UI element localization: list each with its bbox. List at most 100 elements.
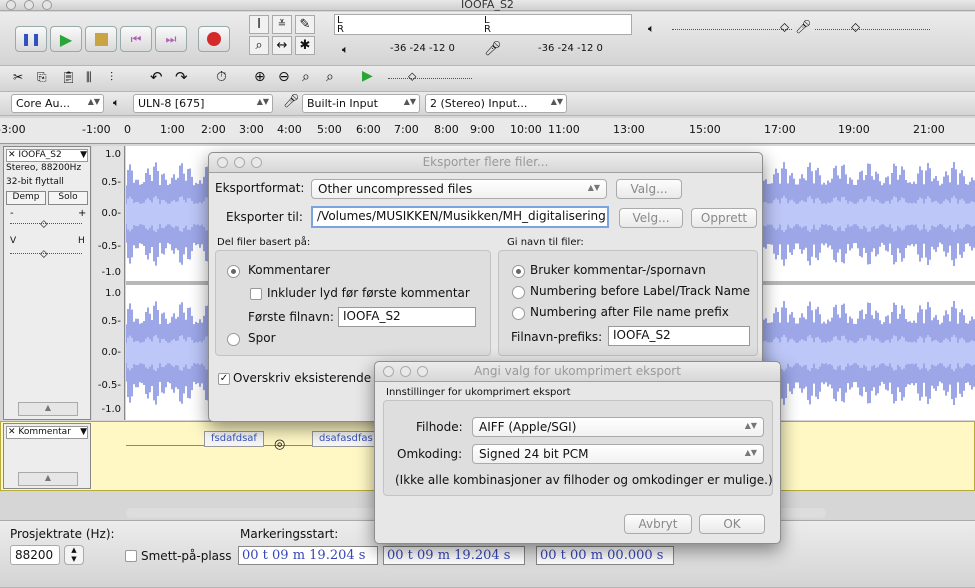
header-select[interactable]: AIFF (Apple/SGI) ▲▼ <box>472 417 764 437</box>
input-channels-select[interactable]: 2 (Stereo) Input... ▲▼ <box>425 94 567 113</box>
ruler-tick-label: 4:00 <box>277 123 302 136</box>
trim-icon[interactable]: ⫼ <box>86 70 92 85</box>
multi-tool[interactable]: ✱ <box>295 36 315 55</box>
zoom-in-icon[interactable]: ⊕ <box>254 69 266 85</box>
options-zoom-button[interactable] <box>417 366 428 377</box>
arrows-horizontal-icon: ↔ <box>276 38 288 53</box>
include-audio-checkbox[interactable] <box>250 288 262 300</box>
track-close-icon[interactable]: ✕ <box>8 150 16 160</box>
input-device-select[interactable]: Built-in Input ▲▼ <box>302 94 420 113</box>
record-meter[interactable]: L R L R <box>334 14 632 35</box>
main-toolbar: ❚❚ ▶ ⏮ ⏭ I ≚ ✎ ⌕ ↔ ✱ L R L R 🔈︎ -36 -24 … <box>0 12 975 66</box>
label-handle-icon[interactable]: ◎ <box>274 437 285 452</box>
mute-button[interactable]: Demp <box>6 191 46 205</box>
dialog-minimize-button[interactable] <box>234 157 245 168</box>
fit-selection-icon[interactable]: ⌕ <box>302 69 310 85</box>
envelope-tool[interactable]: ≚ <box>272 15 292 34</box>
number-before-label: Numbering before Label/Track Name <box>530 284 751 298</box>
playback-volume-slider[interactable] <box>672 29 792 30</box>
skip-start-button[interactable]: ⏮ <box>120 26 152 52</box>
zoom-tool[interactable]: ⌕ <box>249 36 269 55</box>
skip-end-button[interactable]: ⏭ <box>155 26 187 52</box>
volume-thumb-icon: ⬦ <box>780 20 790 35</box>
selection-start-time[interactable]: 00 t 09 m 19.204 s <box>238 546 378 565</box>
pause-button[interactable]: ❚❚ <box>15 26 47 52</box>
number-after-radio[interactable] <box>512 307 525 320</box>
play-meter-scale: -36 -24 -12 0 <box>538 43 603 54</box>
undo-icon[interactable]: ↶ <box>150 68 163 86</box>
triangle-up-icon: ▲ <box>44 473 52 482</box>
label-track-name-menu[interactable]: ✕ Kommentar ▼ <box>6 426 88 439</box>
play-meter-r-label: R <box>484 24 491 35</box>
stop-button[interactable] <box>85 26 117 52</box>
cancel-button[interactable]: Avbryt <box>624 514 692 534</box>
asterisk-icon: ✱ <box>299 38 311 53</box>
header-label: Filhode: <box>416 420 463 434</box>
play-at-speed-icon[interactable]: ▶ <box>362 68 373 84</box>
ruler-tick-label: 5:00 <box>317 123 342 136</box>
play-button[interactable]: ▶ <box>50 26 82 52</box>
options-minimize-button[interactable] <box>400 366 411 377</box>
options-close-button[interactable] <box>383 366 394 377</box>
format-select[interactable]: Other uncompressed files ▲▼ <box>311 179 607 199</box>
label-dsafasdfas[interactable]: dsafasdfas <box>312 431 380 447</box>
dialog-window-controls <box>217 157 262 168</box>
play-speed-slider[interactable] <box>388 78 472 79</box>
collapse-track-button[interactable]: ▲ <box>18 402 78 416</box>
sync-lock-icon[interactable]: ⏱ <box>216 69 227 85</box>
split-by-tracks-label: Spor <box>248 331 276 345</box>
encoding-select[interactable]: Signed 24 bit PCM ▲▼ <box>472 444 764 464</box>
split-by-tracks-radio[interactable] <box>227 333 240 346</box>
microphone-icon: 🎤︎ <box>484 41 502 57</box>
audio-position-time[interactable]: 00 t 00 m 00.000 s <box>536 546 674 565</box>
label-track-name: Kommentar <box>18 427 71 437</box>
ruler-tick-label: 11:00 <box>548 123 580 136</box>
amplitude-tick-label: -0.5- <box>97 241 121 252</box>
collapse-label-track-button[interactable]: ▲ <box>18 472 78 486</box>
overwrite-checkbox[interactable]: ✓ <box>218 373 230 385</box>
selection-tool[interactable]: I <box>249 15 269 34</box>
options-button[interactable]: Valg... <box>616 179 682 199</box>
fit-project-icon[interactable]: ⌕ <box>326 69 334 85</box>
record-button[interactable] <box>198 26 230 52</box>
project-rate-input[interactable]: 88200 <box>10 545 60 565</box>
cut-icon[interactable]: ✂ <box>13 70 23 84</box>
selection-end-time[interactable]: 00 t 09 m 19.204 s <box>383 546 525 565</box>
choose-folder-button[interactable]: Velg... <box>619 208 683 228</box>
gain-plus-label: + <box>78 208 87 219</box>
redo-icon[interactable]: ↷ <box>175 68 188 86</box>
snap-checkbox[interactable] <box>125 550 137 562</box>
project-rate-stepper[interactable]: ▲ ▼ <box>64 545 84 565</box>
audio-host-select[interactable]: Core Au... ▲▼ <box>11 94 104 113</box>
create-folder-button[interactable]: Opprett <box>691 208 757 228</box>
number-before-radio[interactable] <box>512 286 525 299</box>
ok-button[interactable]: OK <box>699 514 765 534</box>
split-by-comments-radio[interactable] <box>227 265 240 278</box>
split-by-comments-label: Kommentarer <box>248 263 331 277</box>
ruler-tick-label: 13:00 <box>613 123 645 136</box>
export-dialog-title: Eksporter flere filer... <box>422 155 549 169</box>
zoom-out-icon[interactable]: ⊖ <box>278 69 290 85</box>
dialog-zoom-button[interactable] <box>251 157 262 168</box>
label-fsdafdsaf[interactable]: fsdafdsaf <box>204 431 264 447</box>
first-filename-input[interactable]: IOOFA_S2 <box>338 307 476 327</box>
record-volume-slider[interactable] <box>815 29 930 30</box>
track-name-menu[interactable]: ✕ IOOFA_S2 ▼ <box>6 149 88 162</box>
silence-icon[interactable]: ⫶ <box>110 70 113 85</box>
dialog-close-button[interactable] <box>217 157 228 168</box>
window-title: IOOFA_S2 <box>461 0 514 11</box>
encoding-label: Omkoding: <box>397 447 463 461</box>
timeshift-tool[interactable]: ↔ <box>272 36 292 55</box>
output-device-select[interactable]: ULN-8 [675] ▲▼ <box>133 94 273 113</box>
draw-tool[interactable]: ✎ <box>295 15 315 34</box>
amplitude-tick-label: 1.0 <box>105 149 121 160</box>
copy-icon[interactable]: ⎘ <box>37 70 47 85</box>
export-to-input[interactable]: /Volumes/MUSIKKEN/Musikken/MH_digitalise… <box>311 206 609 228</box>
prefix-input[interactable]: IOOFA_S2 <box>608 326 750 346</box>
ruler-tick-label: 10:00 <box>510 123 542 136</box>
label-track-close-icon[interactable]: ✕ <box>8 427 16 437</box>
name-by-label-radio[interactable] <box>512 265 525 278</box>
solo-button[interactable]: Solo <box>48 191 88 205</box>
paste-icon[interactable]: 📋︎ <box>61 70 76 84</box>
ruler-tick-label: 2:00 <box>201 123 226 136</box>
